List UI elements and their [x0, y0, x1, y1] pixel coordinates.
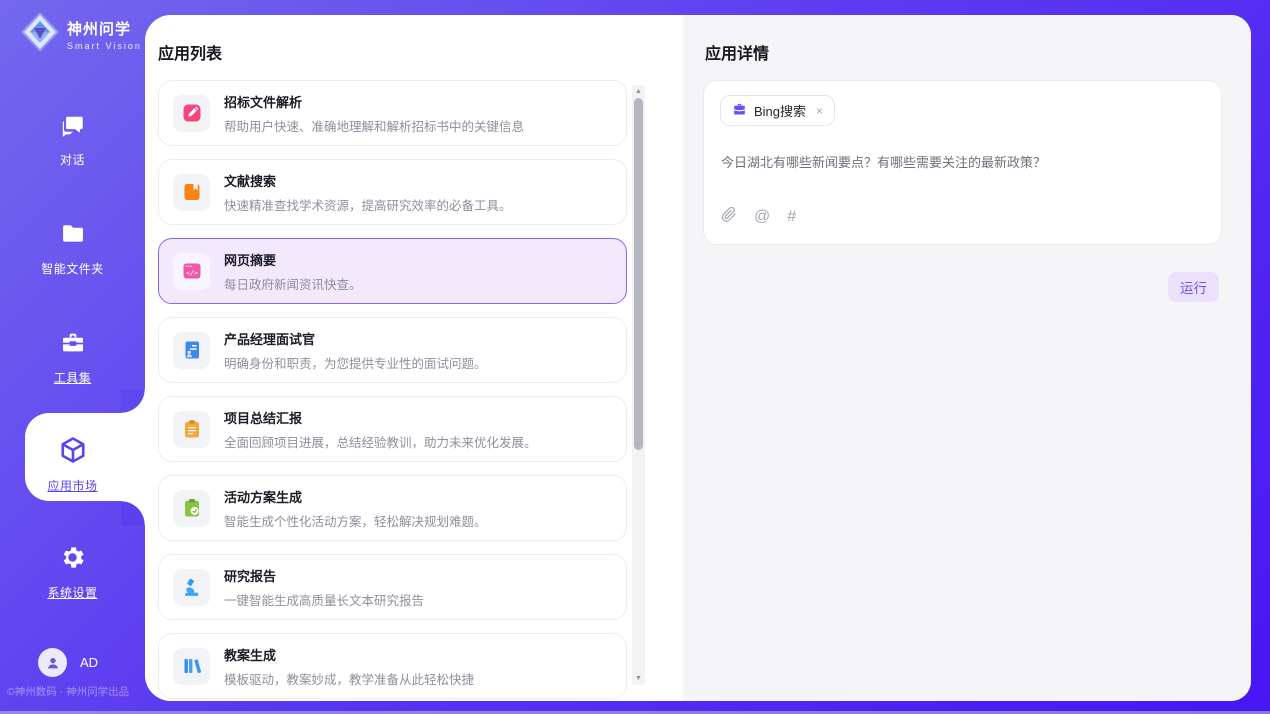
scroll-down-icon[interactable]: ▼ [632, 675, 645, 682]
sidebar-item-label: 工具集 [54, 369, 92, 386]
book-icon [173, 174, 210, 211]
user-profile[interactable]: AD [38, 648, 98, 677]
clipboard-check-icon [173, 490, 210, 527]
app-card-title: 项目总结汇报 [224, 408, 537, 427]
gear-icon [58, 543, 87, 577]
brand-subtitle: Smart Vision [67, 41, 142, 51]
tab-curve-bottom [121, 501, 145, 525]
app-card-research-report[interactable]: 研究报告 一键智能生成高质量长文本研究报告 [158, 554, 627, 620]
sidebar-item-app-market[interactable]: 应用市场 [0, 435, 145, 494]
app-list-pane: 应用列表 招标文件解析 帮助用户快速、准确地理解和解析招标书中的关键信息 [145, 15, 683, 701]
user-initials: AD [80, 655, 98, 670]
app-card-title: 教案生成 [224, 645, 474, 664]
query-input[interactable]: 今日湖北有哪些新闻要点？有哪些需要关注的最新政策？ [721, 152, 1201, 171]
app-list-scrollbar[interactable]: ▲ ▼ [632, 85, 645, 685]
app-list-title: 应用列表 [158, 40, 222, 64]
tool-tag-label: Bing搜索 [754, 101, 806, 120]
app-card-title: 产品经理面试官 [224, 329, 487, 348]
hash-icon[interactable]: # [787, 208, 796, 226]
sidebar-item-label: 应用市场 [47, 477, 97, 494]
app-window: 神州问学 Smart Vision 对话 智能文件夹 [0, 0, 1270, 714]
app-card-list: 招标文件解析 帮助用户快速、准确地理解和解析招标书中的关键信息 文献搜索 快速精… [158, 80, 627, 699]
folder-icon [59, 220, 87, 253]
run-button[interactable]: 运行 [1168, 272, 1219, 302]
tab-curve-top [121, 389, 145, 413]
microscope-icon [173, 569, 210, 606]
app-card-bid-parse[interactable]: 招标文件解析 帮助用户快速、准确地理解和解析招标书中的关键信息 [158, 80, 627, 146]
app-card-desc: 帮助用户快速、准确地理解和解析招标书中的关键信息 [224, 116, 524, 135]
app-card-pm-interviewer[interactable]: 产品经理面试官 明确身份和职责，为您提供专业性的面试问题。 [158, 317, 627, 383]
app-card-title: 文献搜索 [224, 171, 512, 190]
sidebar-item-label: 智能文件夹 [41, 260, 104, 277]
app-card-event-plan[interactable]: 活动方案生成 智能生成个性化活动方案，轻松解决规划难题。 [158, 475, 627, 541]
app-detail-pane: 应用详情 Bing搜索 × 今日湖北有哪些新闻要点？有哪些需要关注的最新政策？ [683, 15, 1251, 701]
app-card-title: 网页摘要 [224, 250, 362, 269]
books-icon [173, 648, 210, 685]
cube-icon [58, 435, 88, 470]
brand-logo: 神州问学 Smart Vision [20, 11, 142, 58]
sidebar-item-label: 系统设置 [47, 584, 97, 601]
sidebar-item-settings[interactable]: 系统设置 [0, 543, 145, 601]
browser-code-icon: </> [173, 253, 210, 290]
app-card-desc: 每日政府新闻资讯快查。 [224, 274, 362, 293]
diamond-logo-icon [20, 11, 60, 58]
copyright-text: ©神州数码 · 神州问学出品 [7, 684, 152, 699]
app-card-web-summary[interactable]: </> 网页摘要 每日政府新闻资讯快查。 [158, 238, 627, 304]
edit-square-icon [173, 95, 210, 132]
attachment-icon[interactable] [721, 206, 737, 228]
app-card-desc: 全面回顾项目进展，总结经验教训，助力未来优化发展。 [224, 432, 537, 451]
toolbox-icon [59, 329, 87, 362]
main-content: 应用列表 招标文件解析 帮助用户快速、准确地理解和解析招标书中的关键信息 [145, 15, 1251, 701]
prompt-card: Bing搜索 × 今日湖北有哪些新闻要点？有哪些需要关注的最新政策？ @ # [703, 80, 1222, 245]
brand-name: 神州问学 [67, 18, 142, 39]
app-detail-title: 应用详情 [705, 40, 769, 64]
scrollbar-thumb[interactable] [634, 98, 643, 450]
sidebar-item-smart-folder[interactable]: 智能文件夹 [0, 220, 145, 277]
sidebar-item-label: 对话 [60, 151, 85, 168]
app-card-desc: 快速精准查找学术资源，提高研究效率的必备工具。 [224, 195, 512, 214]
app-card-desc: 一键智能生成高质量长文本研究报告 [224, 590, 424, 609]
close-icon[interactable]: × [816, 104, 823, 118]
briefcase-icon [732, 102, 747, 120]
scroll-up-icon[interactable]: ▲ [632, 88, 645, 95]
app-card-project-summary[interactable]: 项目总结汇报 全面回顾项目进展，总结经验教训，助力未来优化发展。 [158, 396, 627, 462]
app-card-desc: 智能生成个性化活动方案，轻松解决规划难题。 [224, 511, 487, 530]
clipboard-icon [173, 411, 210, 448]
app-card-title: 活动方案生成 [224, 487, 487, 506]
app-card-lesson-plan[interactable]: 教案生成 模板驱动，教案妙成，教学准备从此轻松快捷 [158, 633, 627, 699]
app-card-title: 研究报告 [224, 566, 424, 585]
sidebar: 神州问学 Smart Vision 对话 智能文件夹 [0, 0, 145, 714]
app-card-title: 招标文件解析 [224, 92, 524, 111]
document-person-icon [173, 332, 210, 369]
avatar [38, 648, 67, 677]
svg-text:</>: </> [186, 269, 198, 277]
app-card-desc: 明确身份和职责，为您提供专业性的面试问题。 [224, 353, 487, 372]
sidebar-item-toolset[interactable]: 工具集 [0, 329, 145, 386]
sidebar-item-chat[interactable]: 对话 [0, 112, 145, 168]
app-card-desc: 模板驱动，教案妙成，教学准备从此轻松快捷 [224, 669, 474, 688]
tool-tag-bing-search[interactable]: Bing搜索 × [720, 95, 835, 126]
chat-icon [59, 112, 86, 144]
app-card-literature-search[interactable]: 文献搜索 快速精准查找学术资源，提高研究效率的必备工具。 [158, 159, 627, 225]
input-toolbar: @ # [721, 206, 796, 228]
mention-icon[interactable]: @ [754, 208, 770, 226]
